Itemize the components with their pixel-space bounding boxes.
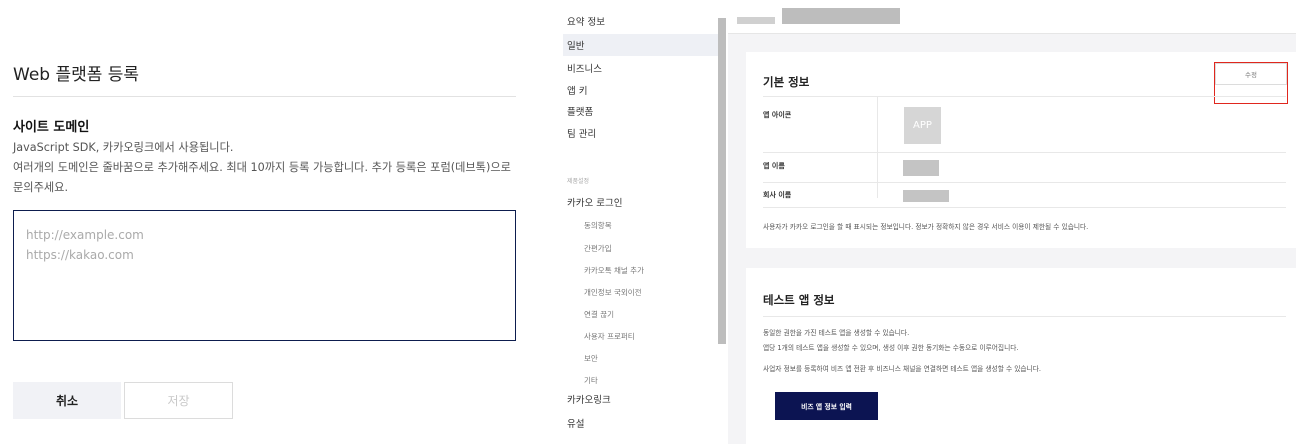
row-divider xyxy=(763,207,1286,208)
test-app-note-1: 동일한 권한을 가진 테스트 앱을 생성할 수 있습니다. xyxy=(763,329,910,337)
sidebar-section-label: 제품설정 xyxy=(567,178,590,185)
sidebar-item-business[interactable]: 비즈니스 xyxy=(563,57,718,79)
sidebar-item-app-keys[interactable]: 앱 키 xyxy=(563,79,718,101)
app-icon-label: 앱 아이콘 xyxy=(763,111,792,119)
sidebar-sub-consent[interactable]: 동의항목 xyxy=(563,215,718,235)
placeholder-line-2: https://kakao.com xyxy=(26,248,134,262)
main-content: 기본 정보 수정 앱 아이콘 APP 앱 이름 회사 이름 사용자가 카카오 로… xyxy=(728,0,1296,444)
sidebar-item-cut-off[interactable]: 유설 xyxy=(563,412,718,434)
placeholder-line-1: http://example.com xyxy=(26,228,144,242)
app-name-redacted xyxy=(903,160,939,176)
sidebar-sub-etc[interactable]: 기타 xyxy=(563,370,718,390)
breadcrumb-redacted-1 xyxy=(737,17,775,24)
dialog-title: Web 플랫폼 등록 xyxy=(13,65,140,85)
sidebar-item-general[interactable]: 일반 xyxy=(563,34,718,56)
basic-info-note: 사용자가 카카오 로그인을 할 때 표시되는 정보입니다. 정보가 정확하지 않… xyxy=(763,223,1089,231)
sidebar-item-kakao-login[interactable]: 카카오 로그인 xyxy=(563,191,718,213)
domain-textarea[interactable]: http://example.com https://kakao.com xyxy=(13,210,516,341)
row-divider xyxy=(763,182,1286,183)
test-app-title: 테스트 앱 정보 xyxy=(763,293,835,307)
company-name-redacted xyxy=(903,190,949,202)
description-line-1: JavaScript SDK, 카카오링크에서 사용됩니다. xyxy=(13,141,234,154)
breadcrumb-redacted-2 xyxy=(782,8,900,24)
test-app-note-2: 앱당 1개의 테스트 앱을 생성할 수 있으며, 생성 이후 권한 동기화는 수… xyxy=(763,344,1019,352)
row-divider xyxy=(763,316,1286,317)
sidebar-sub-unlink[interactable]: 연결 끊기 xyxy=(563,304,718,324)
save-button[interactable]: 저장 xyxy=(124,382,233,419)
divider xyxy=(13,96,516,97)
site-domain-description: JavaScript SDK, 카카오링크에서 사용됩니다. 여러개의 도메인은… xyxy=(13,138,523,198)
web-platform-dialog: Web 플랫폼 등록 사이트 도메인 JavaScript SDK, 카카오링크… xyxy=(0,0,540,444)
sidebar-sub-simple-signup[interactable]: 간편가입 xyxy=(563,238,718,258)
top-bar xyxy=(728,0,1296,34)
test-app-note-3: 사업자 정보를 등록하여 비즈 앱 전환 후 비즈니스 채널을 연결하면 테스트… xyxy=(763,365,1041,373)
cancel-button[interactable]: 취소 xyxy=(13,382,121,419)
app-name-label: 앱 이름 xyxy=(763,162,785,170)
company-name-label: 회사 이름 xyxy=(763,191,792,199)
app-icon: APP xyxy=(904,107,941,144)
sidebar-sub-security[interactable]: 보안 xyxy=(563,348,718,368)
site-domain-heading: 사이트 도메인 xyxy=(13,120,90,135)
basic-info-title: 기본 정보 xyxy=(763,75,810,89)
sidebar-sub-channel[interactable]: 카카오톡 채널 추가 xyxy=(563,260,718,280)
sidebar-item-summary[interactable]: 요약 정보 xyxy=(563,10,718,32)
sidebar-sub-overseas[interactable]: 개인정보 국외이전 xyxy=(563,282,718,302)
test-app-card: 테스트 앱 정보 동일한 권한을 가진 테스트 앱을 생성할 수 있습니다. 앱… xyxy=(746,268,1296,444)
sidebar-scrollbar[interactable] xyxy=(718,18,726,344)
basic-info-card: 기본 정보 수정 앱 아이콘 APP 앱 이름 회사 이름 사용자가 카카오 로… xyxy=(746,52,1296,248)
row-divider xyxy=(763,152,1286,153)
sidebar-sub-user-property[interactable]: 사용자 프로퍼티 xyxy=(563,326,718,346)
description-line-2: 여러개의 도메인은 줄바꿈으로 추가해주세요. 최대 10까지 등록 가능합니다… xyxy=(13,161,511,194)
sidebar-item-platform[interactable]: 플랫폼 xyxy=(563,100,718,122)
biz-app-info-button[interactable]: 비즈 앱 정보 입력 xyxy=(775,392,878,420)
edit-button[interactable]: 수정 xyxy=(1215,63,1287,85)
sidebar-item-kakao-link[interactable]: 카카오링크 xyxy=(563,388,718,410)
row-divider xyxy=(763,96,1286,97)
app-icon-text: APP xyxy=(913,120,932,131)
sidebar-item-team[interactable]: 팀 관리 xyxy=(563,122,718,144)
sidebar: 요약 정보 일반 비즈니스 앱 키 플랫폼 팀 관리 제품설정 카카오 로그인 … xyxy=(563,0,718,444)
